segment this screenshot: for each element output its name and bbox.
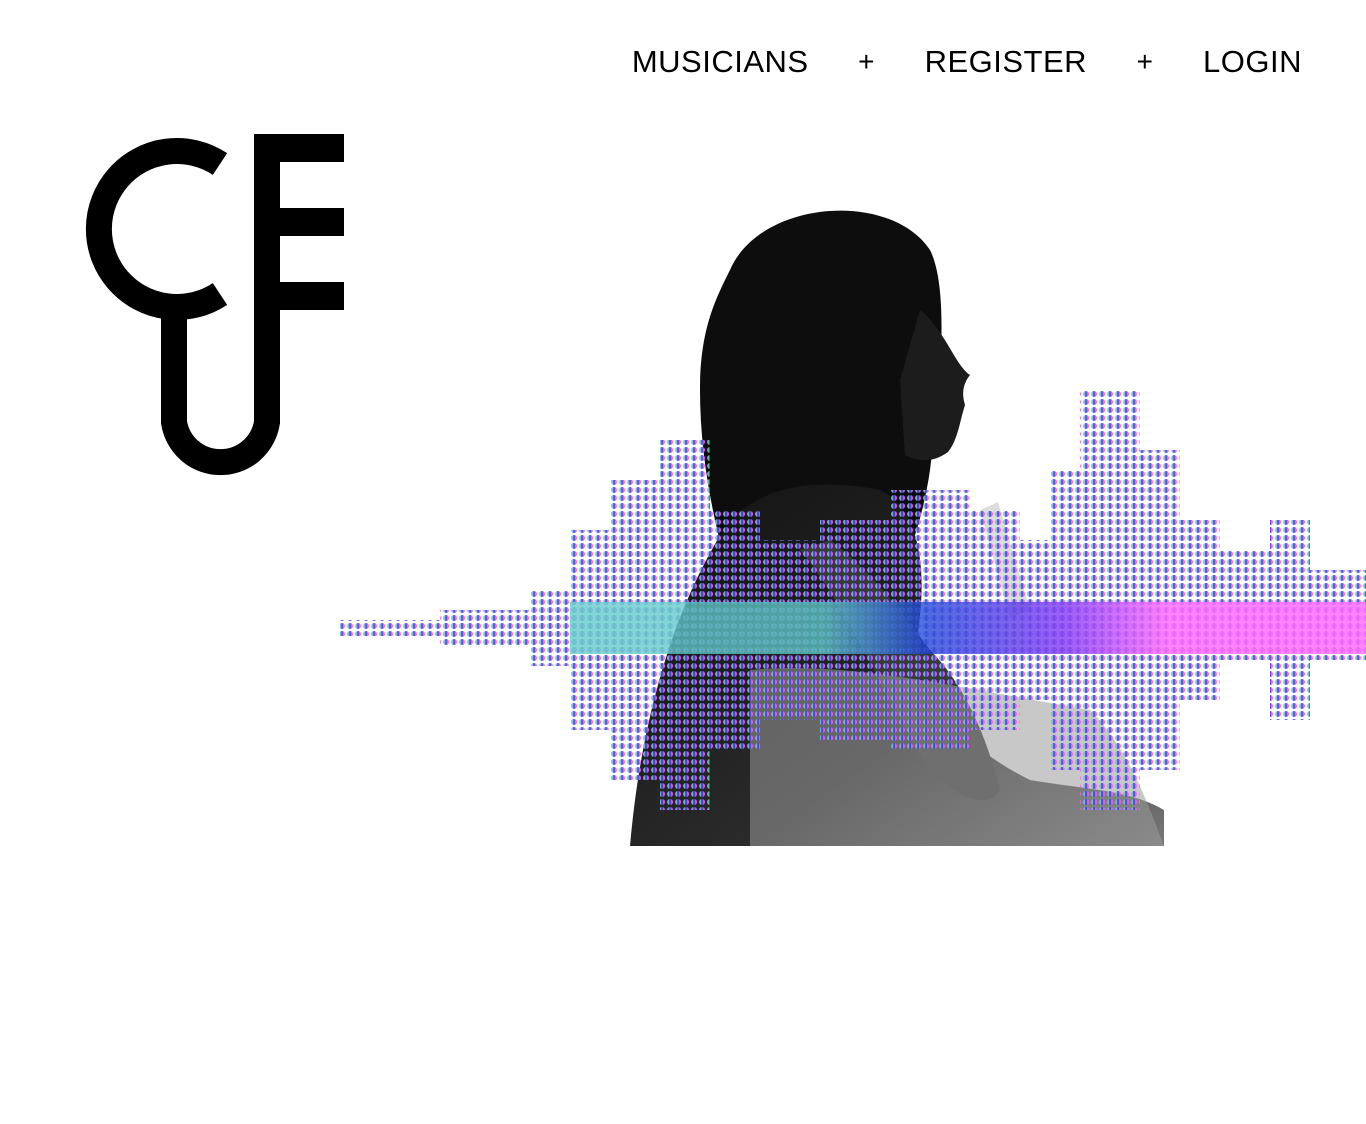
logo-letter-c (85, 138, 228, 320)
logo-letter-f-top (254, 134, 344, 162)
nav-separator: + (1136, 46, 1154, 77)
top-navigation: MUSICIANS + REGISTER + LOGIN (632, 44, 1302, 80)
nav-link-register[interactable]: REGISTER (925, 44, 1087, 80)
nav-separator: + (858, 46, 875, 77)
hero-image (340, 210, 1366, 846)
cfu-logo[interactable] (80, 134, 346, 478)
logo-letter-f-stem (254, 134, 280, 424)
nav-link-musicians[interactable]: MUSICIANS (632, 44, 809, 80)
logo-letter-u (161, 312, 280, 476)
nav-link-login[interactable]: LOGIN (1203, 44, 1302, 80)
